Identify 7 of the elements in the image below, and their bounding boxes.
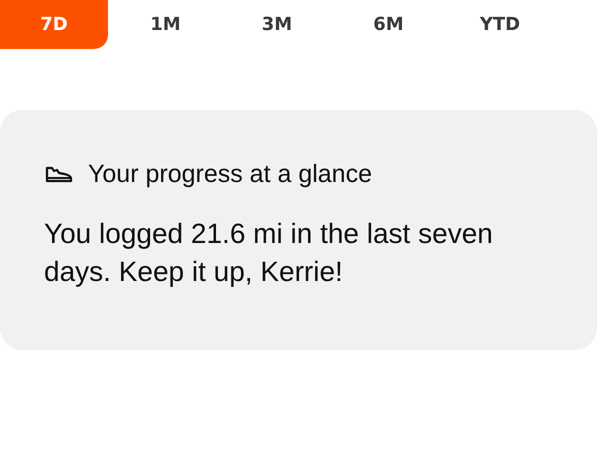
period-tab[interactable]: 1M [112, 0, 220, 49]
period-tab[interactable]: 3M [223, 0, 331, 49]
card-title: Your progress at a glance [88, 160, 372, 189]
period-tab[interactable]: 6M [334, 0, 442, 49]
period-tab[interactable]: YTD [446, 0, 554, 49]
shoe-icon [44, 164, 74, 184]
progress-message: You logged 21.6 mi in the last seven days. Keep it up, Kerrie! [44, 217, 494, 289]
